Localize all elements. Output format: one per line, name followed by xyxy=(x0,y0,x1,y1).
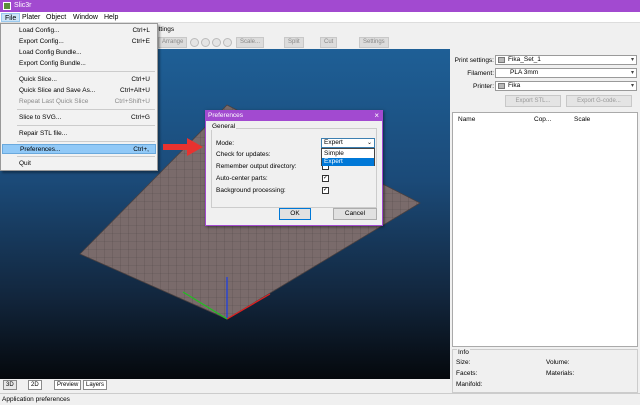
column-name[interactable]: Name xyxy=(458,116,475,123)
export-stl-button[interactable]: Export STL... xyxy=(505,95,561,107)
menu-separator xyxy=(17,141,155,142)
print-settings-icon xyxy=(498,57,505,63)
size-label: Size: xyxy=(456,359,471,366)
column-copies[interactable]: Cop... xyxy=(534,116,551,123)
mode-option-expert[interactable]: Expert xyxy=(322,158,374,166)
menu-item-preferences[interactable]: Preferences... Ctrl+, xyxy=(2,144,156,154)
printer-select[interactable]: Fika ▾ xyxy=(495,81,637,91)
status-bar: Application preferences xyxy=(0,393,640,405)
menu-file[interactable]: File xyxy=(1,13,21,22)
info-panel: Info Size: Volume: Facets: Materials: Ma… xyxy=(452,349,638,393)
rotate-left-icon[interactable] xyxy=(212,38,221,47)
chevron-down-icon: ▾ xyxy=(630,83,634,89)
mode-option-simple[interactable]: Simple xyxy=(322,150,374,158)
tab-3d[interactable]: 3D xyxy=(3,380,17,390)
background-checkbox[interactable]: ✓ xyxy=(322,187,329,194)
red-arrow-icon xyxy=(163,138,203,156)
more-icon[interactable] xyxy=(190,38,199,47)
split-button[interactable]: Split xyxy=(284,37,304,48)
column-scale[interactable]: Scale xyxy=(574,116,590,123)
menu-help[interactable]: Help xyxy=(101,13,121,22)
menu-object[interactable]: Object xyxy=(43,13,69,22)
menu-item-slice-to-svg[interactable]: Slice to SVG... Ctrl+G xyxy=(2,113,156,123)
cancel-button[interactable]: Cancel xyxy=(333,208,377,220)
menu-item-quick-slice-save-as[interactable]: Quick Slice and Save As... Ctrl+Alt+U xyxy=(2,86,156,96)
volume-label: Volume: xyxy=(546,359,570,366)
auto-center-checkbox[interactable]: ✓ xyxy=(322,175,329,182)
right-panel: Print settings: Fika_Set_1 ▾ Filament: P… xyxy=(450,49,640,393)
export-gcode-button[interactable]: Export G-code... xyxy=(566,95,632,107)
rotate-right-icon[interactable] xyxy=(223,38,232,47)
settings-button[interactable]: Settings xyxy=(359,37,389,48)
background-label: Background processing: xyxy=(216,187,286,194)
filament-select[interactable]: PLA 3mm ▾ xyxy=(495,68,637,78)
view-tabs: 3D 2D Preview Layers xyxy=(0,379,450,390)
menu-separator xyxy=(17,156,155,157)
menu-window[interactable]: Window xyxy=(70,13,101,22)
file-menu: Load Config... Ctrl+L Export Config... Ctr… xyxy=(0,23,158,171)
chevron-down-icon: ▾ xyxy=(630,70,634,76)
slic3r-app-icon xyxy=(3,2,11,10)
facets-label: Facets: xyxy=(456,370,478,377)
menu-item-quick-slice[interactable]: Quick Slice... Ctrl+U xyxy=(2,75,156,85)
manifold-label: Manifold: xyxy=(456,381,483,388)
cut-button[interactable]: Cut xyxy=(320,37,338,48)
printer-label: Printer: xyxy=(473,83,494,90)
tab-2d[interactable]: 2D xyxy=(28,380,42,390)
title-bar: Slic3r xyxy=(0,0,640,12)
chevron-down-icon: ⌄ xyxy=(366,140,372,146)
fewer-icon[interactable] xyxy=(201,38,210,47)
scale-button[interactable]: Scale... xyxy=(236,37,265,48)
close-icon[interactable]: × xyxy=(374,111,379,121)
menu-item-repair-stl[interactable]: Repair STL file... xyxy=(2,129,156,139)
menu-separator xyxy=(17,71,155,72)
menu-bar: File Plater Object Window Help xyxy=(0,12,640,23)
arrange-button[interactable]: Arrange xyxy=(158,37,188,48)
ok-button[interactable]: OK xyxy=(279,208,311,220)
menu-item-export-config-bundle[interactable]: Export Config Bundle... xyxy=(2,59,156,69)
dialog-title: Preferences xyxy=(206,111,382,121)
tab-preview[interactable]: Preview xyxy=(54,380,82,390)
general-group-legend: General xyxy=(211,123,237,130)
remember-dir-label: Remember output directory: xyxy=(216,163,297,170)
menu-separator xyxy=(17,125,155,126)
print-settings-select[interactable]: Fika_Set_1 ▾ xyxy=(495,55,637,65)
menu-item-load-config-bundle[interactable]: Load Config Bundle... xyxy=(2,48,156,58)
status-text: Application preferences xyxy=(2,396,70,403)
printer-icon xyxy=(498,83,505,89)
chevron-down-icon: ▾ xyxy=(630,57,634,63)
materials-label: Materials: xyxy=(546,370,575,377)
menu-separator xyxy=(17,109,155,110)
check-updates-label: Check for updates: xyxy=(216,151,271,158)
menu-item-quit[interactable]: Quit xyxy=(2,159,156,169)
info-legend: Info xyxy=(457,349,470,356)
mode-label: Mode: xyxy=(216,140,235,147)
mode-dropdown-list: Simple Expert xyxy=(321,148,375,166)
tab-layers[interactable]: Layers xyxy=(83,380,108,390)
menu-plater[interactable]: Plater xyxy=(19,13,43,22)
object-list[interactable]: Name Cop... Scale xyxy=(452,112,638,347)
window-title: Slic3r xyxy=(14,2,32,9)
mode-select[interactable]: Expert ⌄ xyxy=(321,138,375,148)
menu-item-load-config[interactable]: Load Config... Ctrl+L xyxy=(2,26,156,36)
preferences-dialog: Preferences × General Mode: Expert ⌄ Che… xyxy=(205,110,383,226)
auto-center-label: Auto-center parts: xyxy=(216,175,268,182)
menu-item-repeat-quick-slice: Repeat Last Quick Slice Ctrl+Shift+U xyxy=(19,98,150,105)
print-settings-label: Print settings: xyxy=(454,57,494,64)
filament-label: Filament: xyxy=(467,70,494,77)
menu-item-export-config[interactable]: Export Config... Ctrl+E xyxy=(2,37,156,47)
